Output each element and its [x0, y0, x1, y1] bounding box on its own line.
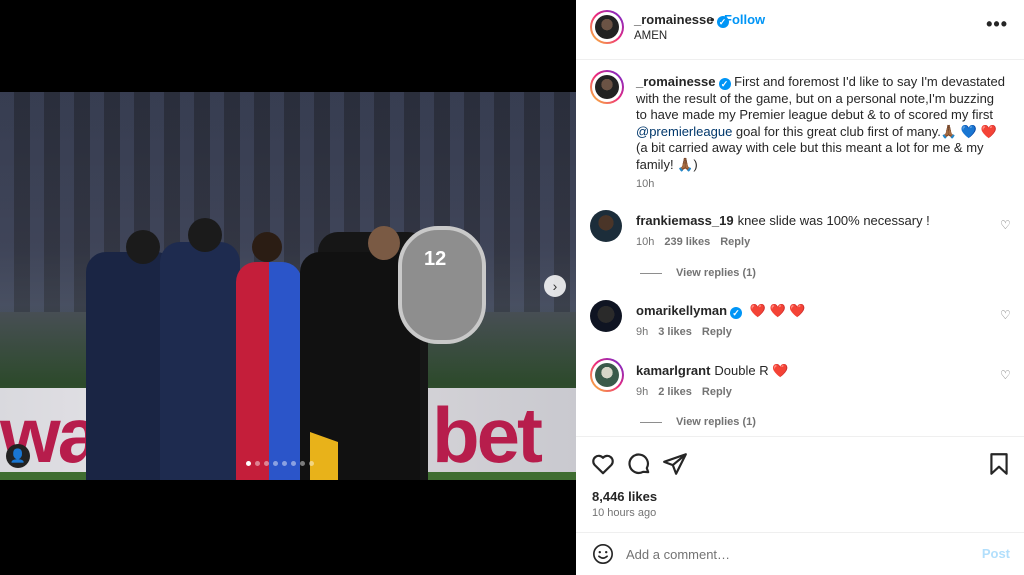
instagram-post-modal: wa bet 12 › 👤 _romainesse ✓ • Follow AME… [0, 0, 1024, 575]
comment-time: 10h [636, 236, 655, 248]
follow-button[interactable]: Follow [724, 12, 765, 27]
post-comment-button[interactable]: Post [982, 546, 1010, 561]
commenter-avatar[interactable] [590, 300, 622, 332]
comment-time: 9h [636, 386, 649, 398]
comment-time: 9h [636, 326, 649, 338]
commenter-avatar[interactable] [590, 358, 624, 392]
comment-reply-button[interactable]: Reply [720, 236, 750, 248]
caption-author-avatar[interactable] [590, 70, 624, 104]
comment-like-icon[interactable]: ♡ [1000, 218, 1012, 232]
like-heart-icon[interactable] [590, 451, 616, 477]
replies-line [640, 272, 662, 274]
carousel-dot [255, 461, 260, 466]
mention-link[interactable]: @premierleague [636, 124, 732, 139]
author-avatar[interactable] [590, 10, 624, 44]
comments-section[interactable]: _romainesse ✓ First and foremost I'd like… [576, 60, 1024, 436]
commenter-avatar[interactable] [590, 210, 622, 242]
comment-meta: 10h 239 likes Reply [636, 236, 750, 248]
post-caption: _romainesse ✓ First and foremost I'd like… [636, 74, 1008, 173]
comment-reply-button[interactable]: Reply [702, 326, 732, 338]
coach-figure [160, 242, 240, 480]
carousel-next-button[interactable]: › [544, 275, 566, 297]
post-photo[interactable]: wa bet 12 [0, 92, 576, 480]
replies-line [640, 421, 662, 423]
substitution-number: 12 [424, 248, 447, 270]
emoji-smile-icon[interactable] [592, 543, 614, 565]
comment-body: Double R ❤️ [714, 363, 789, 378]
substitution-board: 12 [398, 226, 486, 344]
carousel-dot [273, 461, 278, 466]
post-details-panel: _romainesse ✓ • Follow AMEN ••• _romaines… [576, 0, 1024, 575]
verified-badge-icon: ✓ [730, 307, 743, 319]
comment-text: omarikellyman ✓ ❤️ ❤️ ❤️ [636, 303, 805, 319]
comment-like-icon[interactable]: ♡ [1000, 308, 1012, 322]
author-subtitle: AMEN [634, 30, 668, 42]
media-panel: wa bet 12 › 👤 [0, 0, 576, 575]
post-header: _romainesse ✓ • Follow AMEN ••• [576, 0, 1024, 60]
comment-text: frankiemass_19 knee slide was 100% necess… [636, 213, 930, 228]
board-text-right: bet [432, 391, 543, 479]
carousel-indicator [246, 461, 314, 466]
comment-meta: 9h 2 likes Reply [636, 386, 732, 398]
carousel-dot [246, 461, 251, 466]
comment-username[interactable]: frankiemass_19 [636, 213, 734, 228]
comment-likes[interactable]: 3 likes [658, 326, 692, 338]
carousel-dot [291, 461, 296, 466]
share-send-icon[interactable] [662, 451, 688, 477]
head [368, 226, 400, 260]
head [252, 232, 282, 262]
comment-reply-button[interactable]: Reply [702, 386, 732, 398]
player-figure [236, 262, 302, 480]
head [188, 218, 222, 252]
post-timestamp[interactable]: 10 hours ago [592, 507, 656, 519]
post-actions: 8,446 likes 10 hours ago [576, 436, 1024, 532]
add-comment-bar: Post [576, 532, 1024, 575]
view-replies-button[interactable]: View replies (1) [640, 267, 756, 279]
comment-username[interactable]: omarikellyman ✓ [636, 303, 743, 319]
carousel-dot [309, 461, 314, 466]
save-bookmark-icon[interactable] [986, 451, 1012, 477]
separator-dot: • [710, 12, 715, 27]
likes-count[interactable]: 8,446 likes [592, 489, 657, 504]
tagged-users-icon[interactable]: 👤 [6, 444, 30, 468]
comment-likes[interactable]: 2 likes [658, 386, 692, 398]
comment-text: kamarlgrant Double R ❤️ [636, 363, 788, 379]
verified-badge-icon: ✓ [718, 78, 731, 90]
caption-username[interactable]: _romainesse ✓ [636, 74, 731, 90]
carousel-dot [300, 461, 305, 466]
comment-body: ❤️ ❤️ ❤️ [749, 303, 806, 318]
more-options-icon[interactable]: ••• [986, 14, 1008, 35]
view-replies-button[interactable]: View replies (1) [640, 416, 756, 428]
comment-like-icon[interactable]: ♡ [1000, 368, 1012, 382]
comment-bubble-icon[interactable] [626, 451, 652, 477]
comment-input[interactable] [626, 543, 956, 565]
carousel-dot [264, 461, 269, 466]
carousel-dot [282, 461, 287, 466]
caption-time: 10h [636, 178, 655, 190]
head [126, 230, 160, 264]
comment-body: knee slide was 100% necessary ! [737, 213, 930, 228]
comment-meta: 9h 3 likes Reply [636, 326, 732, 338]
comment-username[interactable]: kamarlgrant [636, 363, 710, 378]
comment-likes[interactable]: 239 likes [664, 236, 710, 248]
